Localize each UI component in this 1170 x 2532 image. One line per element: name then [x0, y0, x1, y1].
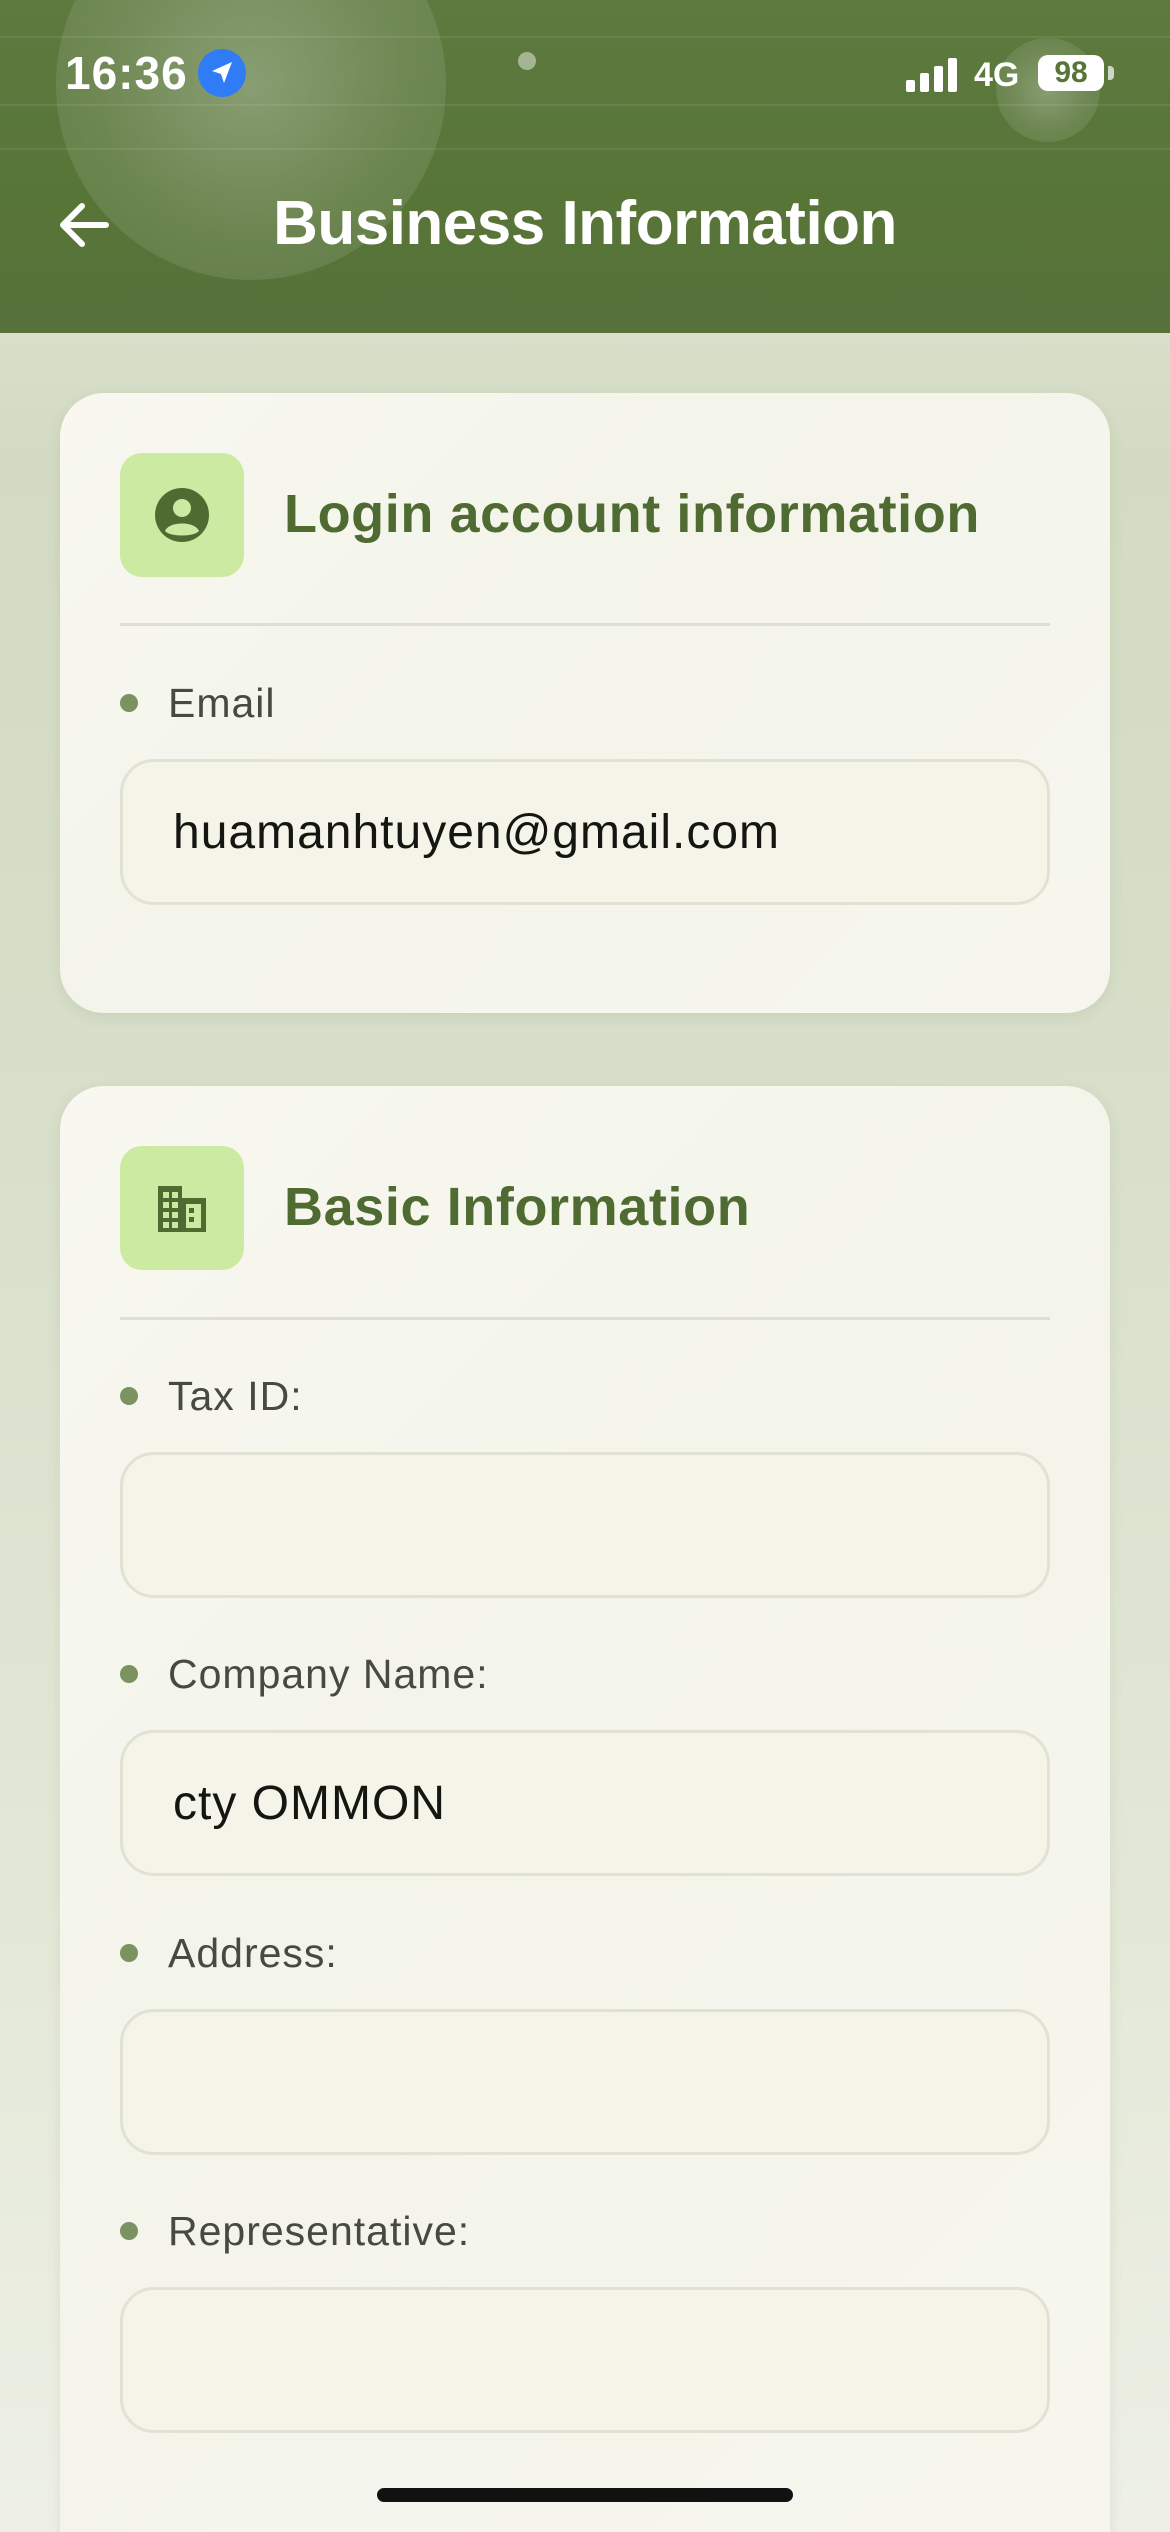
tax-id-label-text: Tax ID:	[168, 1373, 303, 1419]
address-label: Address:	[120, 1930, 1050, 1980]
company-name-input[interactable]	[123, 1733, 1047, 1873]
camera-dot	[518, 52, 536, 70]
divider	[120, 623, 1050, 626]
representative-label: Representative:	[120, 2208, 1050, 2258]
section-title: Basic Information	[284, 1177, 751, 1237]
email-input[interactable]	[123, 762, 1047, 902]
basic-information-card: Basic Information Tax ID: Company Name: …	[60, 1086, 1110, 2532]
building-icon	[158, 1186, 206, 1232]
status-bar: 16:36 4G 98	[0, 0, 1170, 150]
representative-field[interactable]	[120, 2287, 1050, 2433]
tax-id-input[interactable]	[123, 1455, 1047, 1595]
building-icon-tile	[120, 1146, 244, 1270]
cellular-signal-icon	[906, 58, 957, 92]
email-label-text: Email	[168, 680, 276, 726]
bullet-dot	[120, 694, 138, 712]
email-label: Email	[120, 680, 1050, 730]
company-name-label: Company Name:	[120, 1651, 1050, 1701]
home-indicator[interactable]	[377, 2488, 793, 2502]
location-arrow-icon	[198, 49, 246, 97]
login-account-card: Login account information Email	[60, 393, 1110, 1013]
card-header: Login account information	[120, 453, 1050, 577]
tax-id-field[interactable]	[120, 1452, 1050, 1598]
bullet-dot	[120, 1665, 138, 1683]
email-field[interactable]	[120, 759, 1050, 905]
battery-icon: 98	[1038, 55, 1104, 91]
business-information-screen: 16:36 4G 98 Business Information Login a…	[0, 0, 1170, 2532]
company-name-field[interactable]	[120, 1730, 1050, 1876]
bullet-dot	[120, 1944, 138, 1962]
account-circle-icon	[155, 488, 209, 542]
representative-label-text: Representative:	[168, 2208, 471, 2254]
representative-input[interactable]	[123, 2290, 1047, 2430]
status-time: 16:36	[65, 47, 188, 99]
address-label-text: Address:	[168, 1930, 338, 1976]
address-input[interactable]	[123, 2012, 1047, 2152]
card-header: Basic Information	[120, 1146, 1050, 1270]
app-bar: 16:36 4G 98 Business Information	[0, 0, 1170, 333]
company-name-label-text: Company Name:	[168, 1651, 489, 1697]
battery-tip	[1108, 66, 1114, 80]
network-type: 4G	[974, 56, 1020, 94]
section-title: Login account information	[284, 484, 980, 544]
page-title: Business Information	[273, 189, 897, 258]
address-field[interactable]	[120, 2009, 1050, 2155]
divider	[120, 1317, 1050, 1320]
account-icon-tile	[120, 453, 244, 577]
tax-id-label: Tax ID:	[120, 1373, 1050, 1423]
bullet-dot	[120, 1387, 138, 1405]
bullet-dot	[120, 2222, 138, 2240]
